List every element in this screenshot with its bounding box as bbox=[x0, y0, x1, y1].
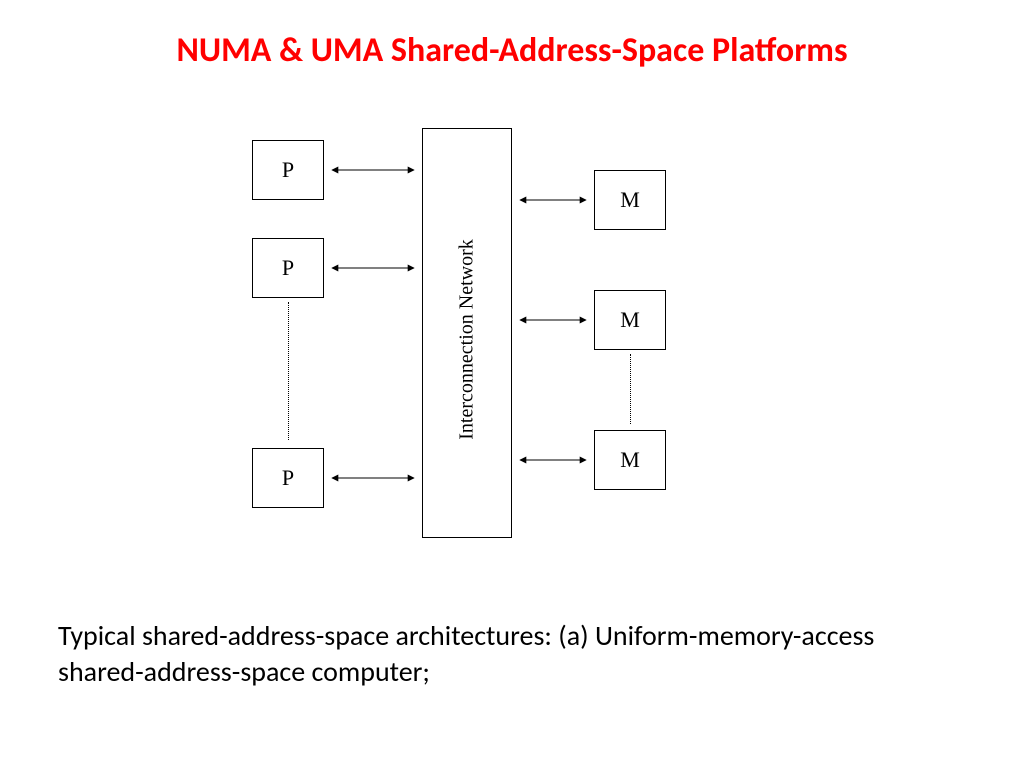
slide-caption: Typical shared-address-space architectur… bbox=[58, 618, 966, 691]
processor-box-2: P bbox=[252, 238, 324, 298]
processor-box-3: P bbox=[252, 448, 324, 508]
memory-box-3: M bbox=[594, 430, 666, 490]
memory-box-2: M bbox=[594, 290, 666, 350]
memory-box-1: M bbox=[594, 170, 666, 230]
slide-title: NUMA & UMA Shared-Address-Space Platform… bbox=[0, 30, 1024, 71]
memory-ellipsis-icon bbox=[630, 354, 631, 424]
interconnection-network-label: Interconnection Network bbox=[456, 230, 479, 450]
processor-box-1: P bbox=[252, 140, 324, 200]
processor-ellipsis-icon bbox=[288, 302, 289, 440]
